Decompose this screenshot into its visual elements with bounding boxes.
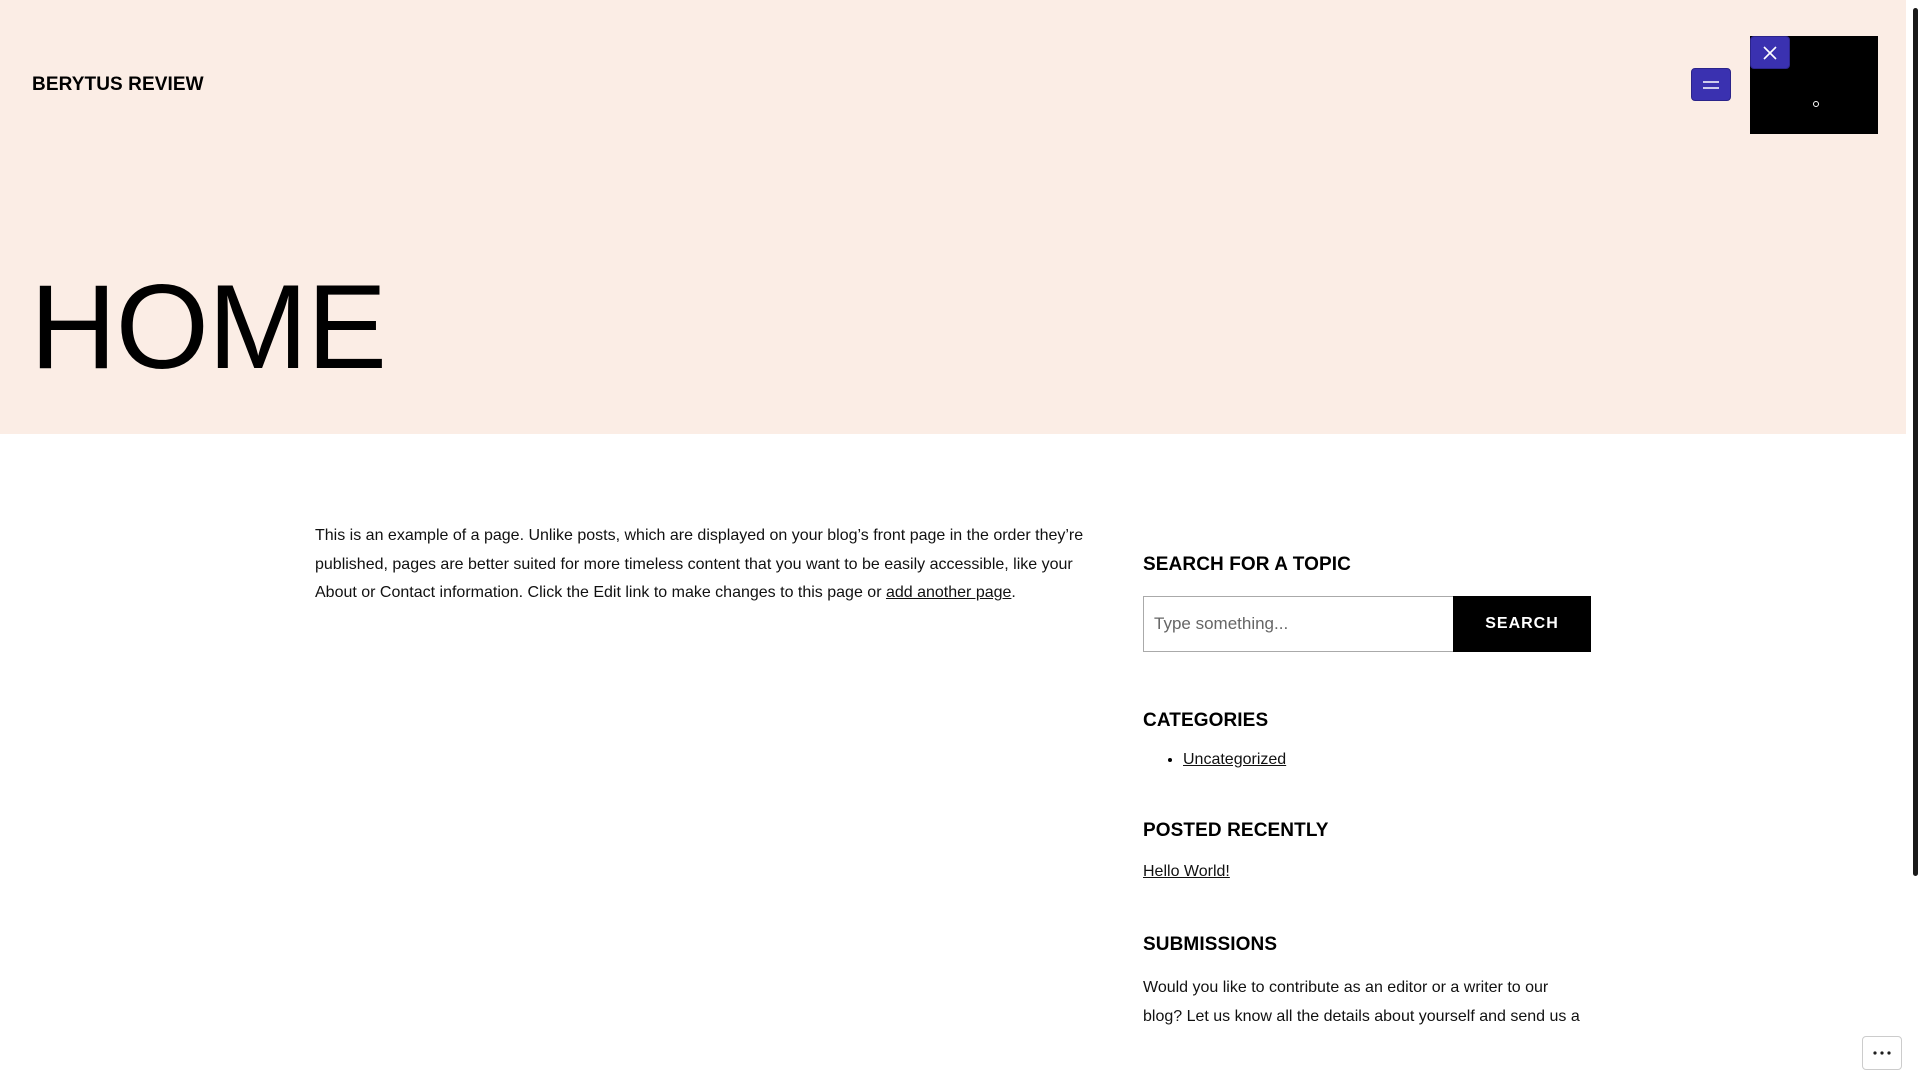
categories-list: Uncategorized: [1143, 748, 1591, 772]
page-title: HOME: [30, 260, 387, 394]
list-item: Uncategorized: [1183, 748, 1591, 772]
open-menu-button[interactable]: [1691, 68, 1731, 101]
search-input[interactable]: [1143, 596, 1453, 652]
hamburger-menu-icon: [1703, 80, 1719, 89]
more-options-icon: [1873, 1051, 1891, 1055]
page-content: This is an example of a page. Unlike pos…: [315, 522, 1085, 608]
submissions-widget-title: SUBMISSIONS: [1143, 934, 1278, 955]
recent-posts-widget-title: POSTED RECENTLY: [1143, 820, 1329, 841]
search-widget-title: SEARCH FOR A TOPIC: [1143, 554, 1351, 575]
submissions-text: Would you like to contribute as an edito…: [1143, 979, 1580, 1025]
close-menu-button[interactable]: [1750, 36, 1790, 69]
categories-widget-title: CATEGORIES: [1143, 710, 1269, 731]
recent-post-link[interactable]: Hello World!: [1143, 860, 1591, 884]
search-form: SEARCH: [1143, 596, 1591, 652]
page-content-end: .: [1011, 584, 1016, 601]
add-another-page-link[interactable]: add another page: [886, 584, 1011, 601]
close-icon: [1763, 45, 1777, 60]
more-options-button[interactable]: [1862, 1036, 1902, 1070]
search-button[interactable]: SEARCH: [1453, 596, 1591, 652]
scrollbar-thumb[interactable]: [1913, 8, 1918, 876]
focus-dot-icon: [1813, 101, 1819, 107]
sidebar: SEARCH FOR A TOPIC SEARCH CATEGORIES Unc…: [1143, 550, 1591, 1031]
site-title-link[interactable]: BERYTUS REVIEW: [32, 74, 204, 96]
category-link-uncategorized[interactable]: Uncategorized: [1183, 751, 1286, 768]
